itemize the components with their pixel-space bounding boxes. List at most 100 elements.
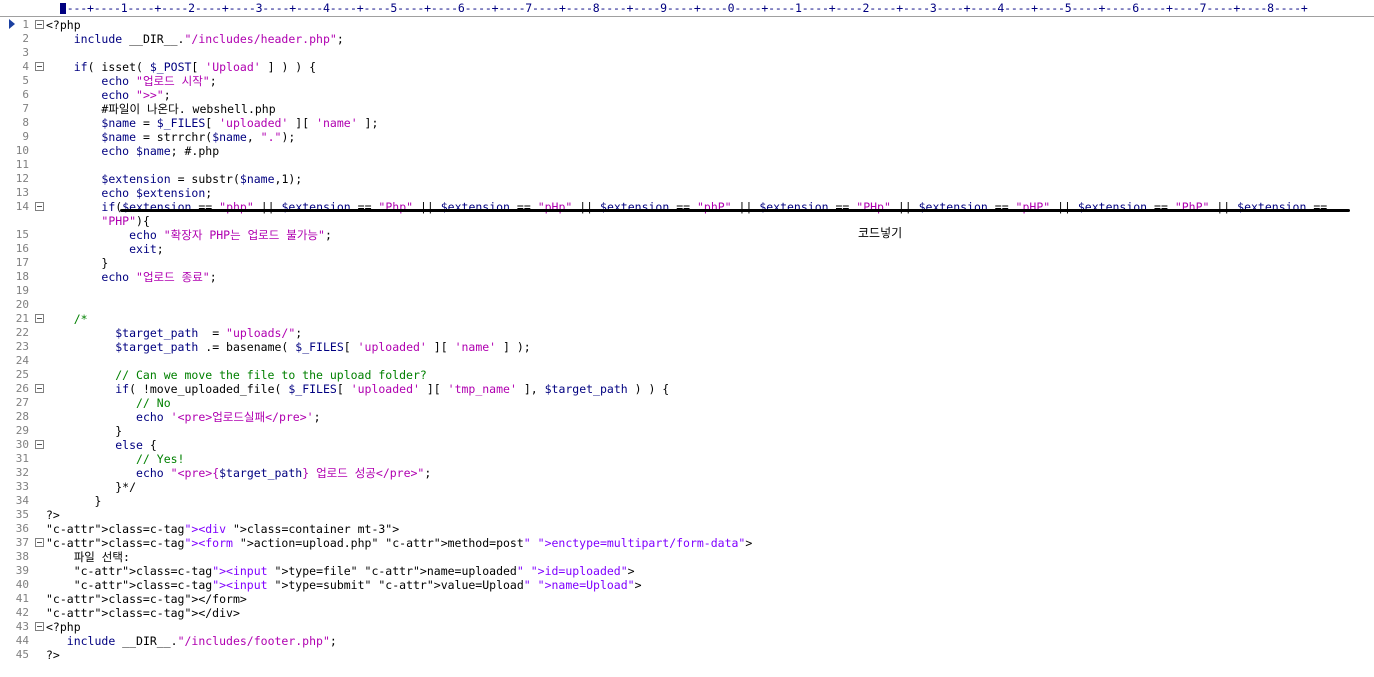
line-number: 24 — [15, 354, 29, 367]
code-text: echo $extension; — [101, 186, 213, 200]
fold-minus-icon[interactable] — [35, 440, 44, 449]
line-number: 31 — [15, 452, 29, 465]
code-line[interactable]: 32 echo "<pre>{$target_path} 업로드 성공</pre… — [0, 466, 1374, 480]
code-text: #파일이 나온다. webshell.php — [46, 102, 276, 116]
code-text: echo ">>"; — [101, 88, 171, 102]
code-line[interactable]: 15 echo "확장자 PHP는 업로드 불가능"; — [0, 228, 1374, 242]
code-line[interactable]: 35 ?> — [0, 508, 1374, 522]
code-text: "c-attr">class=c-tag"><form ">action=upl… — [46, 536, 753, 550]
code-line[interactable]: 4 if( isset( $_POST[ 'Upload' ] ) ) { — [0, 60, 1374, 74]
line-number: 7 — [22, 102, 29, 115]
code-text: "c-attr">class=c-tag"><input ">type=subm… — [73, 578, 642, 592]
fold-minus-icon[interactable] — [35, 622, 44, 631]
code-line[interactable]: 31 // Yes! — [0, 452, 1374, 466]
line-number: 12 — [15, 172, 29, 185]
code-line[interactable]: 22 $target_path = "uploads/"; — [0, 326, 1374, 340]
code-text: echo $name; #.php — [101, 144, 220, 158]
line-number: 41 — [15, 592, 29, 605]
code-line[interactable]: 19 — [0, 284, 1374, 298]
code-line[interactable]: 21 /* — [0, 312, 1374, 326]
code-line[interactable]: 3 — [0, 46, 1374, 60]
code-text: $name = $_FILES[ 'uploaded' ][ 'name' ]; — [101, 116, 379, 130]
line-number: 11 — [15, 158, 29, 171]
code-line[interactable]: 43 <?php — [0, 620, 1374, 634]
fold-minus-icon[interactable] — [35, 20, 44, 29]
line-number: 18 — [15, 270, 29, 283]
code-text: <?php — [46, 18, 81, 32]
code-line[interactable]: 5 echo "업로드 시작"; — [0, 74, 1374, 88]
fold-minus-icon[interactable] — [35, 384, 44, 393]
code-line[interactable]: 23 $target_path .= basename( $_FILES[ 'u… — [0, 340, 1374, 354]
code-line[interactable]: 33 }*/ — [0, 480, 1374, 494]
code-line[interactable]: 42 "c-attr">class=c-tag"></div> — [0, 606, 1374, 620]
code-line[interactable]: 7 #파일이 나온다. webshell.php — [0, 102, 1374, 116]
fold-minus-icon[interactable] — [35, 314, 44, 323]
code-text: }*/ — [46, 480, 137, 494]
code-line[interactable]: 9 $name = strrchr($name, "."); — [0, 130, 1374, 144]
code-line[interactable]: 36 "c-attr">class=c-tag"><div ">class=con… — [0, 522, 1374, 536]
code-line[interactable]: 26 if( !move_uploaded_file( $_FILES[ 'up… — [0, 382, 1374, 396]
code-text: // No — [46, 396, 171, 410]
code-line[interactable]: 37 "c-attr">class=c-tag"><form ">action=u… — [0, 536, 1374, 550]
code-line[interactable]: 18 echo "업로드 종료"; — [0, 270, 1374, 284]
code-line[interactable]: 39 "c-attr">class=c-tag"><input ">type=f… — [0, 564, 1374, 578]
line-number: 27 — [15, 396, 29, 409]
line-number: 30 — [15, 438, 29, 451]
code-line[interactable]: 38 파일 선택: — [0, 550, 1374, 564]
ruler-marks: ----+----1----+----2----+----3----+----4… — [60, 1, 1308, 15]
fold-minus-icon[interactable] — [35, 62, 44, 71]
line-number: 8 — [22, 116, 29, 129]
code-text: "c-attr">class=c-tag"><div ">class=conta… — [46, 522, 400, 536]
code-line[interactable]: 41 "c-attr">class=c-tag"></form> — [0, 592, 1374, 606]
code-line[interactable]: 10 echo $name; #.php — [0, 144, 1374, 158]
column-ruler: ----+----1----+----2----+----3----+----4… — [0, 0, 1374, 17]
code-line[interactable]: 11 — [0, 158, 1374, 172]
line-number: 35 — [15, 508, 29, 521]
code-line[interactable]: 25 // Can we move the file to the upload… — [0, 368, 1374, 382]
code-line[interactable]: 27 // No — [0, 396, 1374, 410]
ruler-divider — [0, 16, 1374, 17]
code-text: echo "<pre>{$target_path} 업로드 성공</pre>"; — [136, 466, 432, 480]
line-number: 5 — [22, 74, 29, 87]
code-line[interactable]: 13 echo $extension; — [0, 186, 1374, 200]
line-number: 1 — [22, 18, 29, 31]
code-line[interactable]: 6 echo ">>"; — [0, 88, 1374, 102]
code-text: /* — [46, 312, 88, 326]
code-text: echo "확장자 PHP는 업로드 불가능"; — [129, 228, 332, 242]
code-line[interactable]: 20 — [0, 298, 1374, 312]
code-line[interactable]: 40 "c-attr">class=c-tag"><input ">type=s… — [0, 578, 1374, 592]
code-text: } — [46, 424, 123, 438]
code-text: "c-attr">class=c-tag"></form> — [46, 592, 247, 606]
code-line[interactable]: 28 echo '<pre>업로드실패</pre>'; — [0, 410, 1374, 424]
line-number: 44 — [15, 634, 29, 647]
line-number: 43 — [15, 620, 29, 633]
code-line[interactable]: 44 include __DIR__."/includes/footer.php… — [0, 634, 1374, 648]
line-number: 3 — [22, 46, 29, 59]
code-line[interactable]: 30 else { — [0, 438, 1374, 452]
line-number: 17 — [15, 256, 29, 269]
code-text: exit; — [129, 242, 164, 256]
code-line[interactable]: 16 exit; — [0, 242, 1374, 256]
code-line[interactable]: 17 } — [0, 256, 1374, 270]
code-text: // Can we move the file to the upload fo… — [46, 368, 427, 382]
code-line[interactable]: 2 include __DIR__."/includes/header.php"… — [0, 32, 1374, 46]
code-line[interactable]: 8 $name = $_FILES[ 'uploaded' ][ 'name' … — [0, 116, 1374, 130]
code-line[interactable]: 12 $extension = substr($name,1); — [0, 172, 1374, 186]
code-line[interactable]: "PHP"){ — [0, 214, 1374, 228]
code-text: "c-attr">class=c-tag"></div> — [46, 606, 240, 620]
line-number: 15 — [15, 228, 29, 241]
fold-minus-icon[interactable] — [35, 538, 44, 547]
code-line[interactable]: 45 ?> — [0, 648, 1374, 662]
code-line[interactable]: 1 <?php — [0, 18, 1374, 32]
code-line[interactable]: 24 — [0, 354, 1374, 368]
fold-minus-icon[interactable] — [35, 202, 44, 211]
code-text: // Yes! — [46, 452, 185, 466]
code-line[interactable]: 29 } — [0, 424, 1374, 438]
line-number: 19 — [15, 284, 29, 297]
code-line[interactable]: 34 } — [0, 494, 1374, 508]
code-text: echo "업로드 시작"; — [101, 74, 217, 88]
line-number: 36 — [15, 522, 29, 535]
code-text: echo "업로드 종료"; — [101, 270, 217, 284]
line-number: 32 — [15, 466, 29, 479]
code-text: $extension = substr($name,1); — [101, 172, 303, 186]
